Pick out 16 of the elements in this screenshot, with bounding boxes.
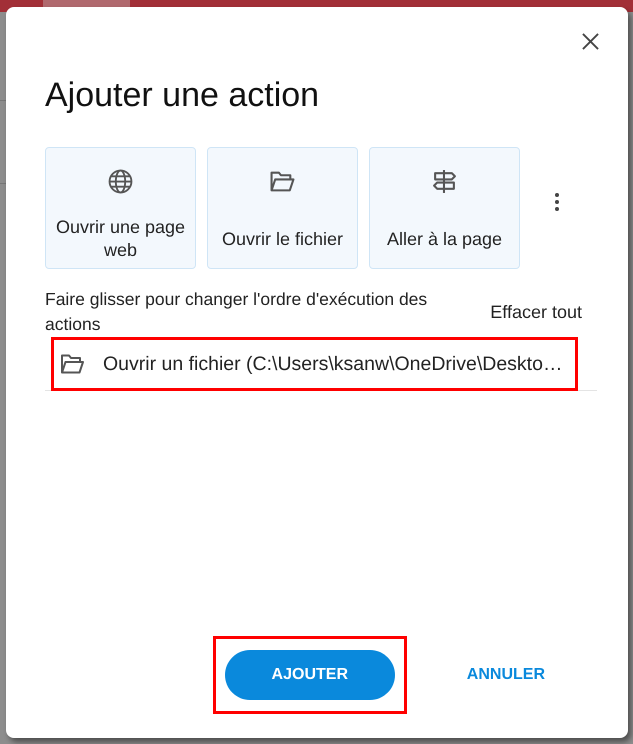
instructions-text: Faire glisser pour changer l'ordre d'exécution des actions [45, 288, 428, 336]
action-label: Ouvrir un fichier (C:\Users\ksanw\OneDrive\Deskto… [103, 352, 562, 376]
signpost-icon [432, 169, 457, 194]
folder-icon [60, 354, 85, 374]
action-type-tile[interactable]: Aller à la page [369, 147, 520, 269]
close-icon [582, 33, 599, 50]
action-type-tile[interactable]: Ouvrir le fichier [207, 147, 358, 269]
cancel-button[interactable]: ANNULER [446, 654, 565, 696]
clear-all-button[interactable]: Effacer tout [490, 302, 582, 322]
add-button[interactable]: AJOUTER [224, 650, 395, 700]
globe-icon [108, 169, 133, 194]
more-vertical-icon [555, 193, 559, 211]
action-item[interactable]: Ouvrir un fichier (C:\Users\ksanw\OneDrive\Deskto… [45, 337, 597, 391]
dialog-title: Ajouter une action [45, 75, 320, 115]
folder-icon [270, 171, 295, 192]
action-type-tile[interactable]: Ouvrir une page web [45, 147, 196, 269]
